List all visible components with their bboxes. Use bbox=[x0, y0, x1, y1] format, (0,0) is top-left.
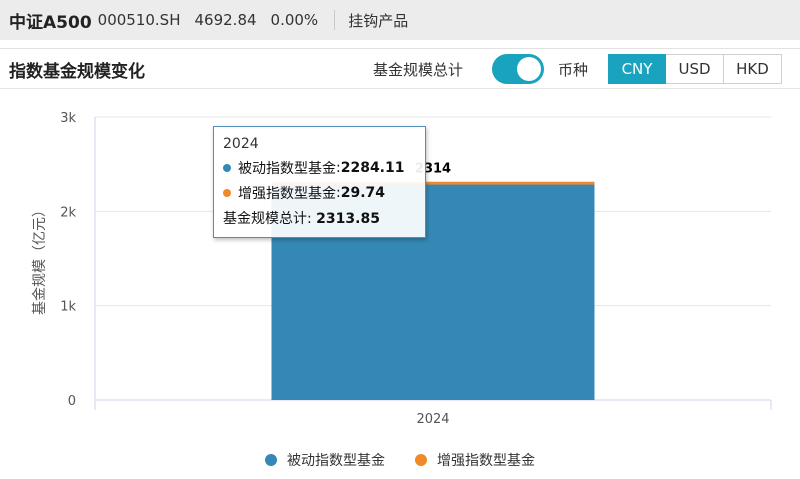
tooltip-dot-passive bbox=[223, 164, 231, 172]
tooltip-row-passive: 被动指数型基金: 2284.11 bbox=[223, 158, 416, 178]
y-tick-label: 3k bbox=[60, 111, 76, 126]
legend-label-enhanced: 增强指数型基金 bbox=[437, 453, 535, 469]
tooltip-series-name: 被动指数型基金 bbox=[238, 161, 336, 177]
y-tick-label: 2k bbox=[60, 205, 76, 220]
tooltip-series-name: 增强指数型基金 bbox=[238, 186, 336, 202]
chart-tooltip: 2024 被动指数型基金: 2284.11 增强指数型基金: 29.74 基金规… bbox=[213, 126, 426, 238]
tooltip-total-value: 2313.85 bbox=[316, 211, 380, 227]
tooltip-dot-enhanced bbox=[223, 189, 231, 197]
tooltip-series-value: 29.74 bbox=[340, 185, 386, 201]
tooltip-row-enhanced: 增强指数型基金: 29.74 bbox=[223, 183, 416, 203]
legend-dot-enhanced bbox=[415, 454, 427, 466]
tooltip-series-value: 2284.11 bbox=[340, 160, 405, 176]
tooltip-total: 基金规模总计: 2313.85 bbox=[223, 208, 416, 228]
tooltip-title: 2024 bbox=[223, 136, 259, 152]
legend-item-enhanced[interactable]: 增强指数型基金 bbox=[415, 450, 535, 470]
legend-dot-passive bbox=[265, 454, 277, 466]
y-axis-label: 基金规模（亿元） bbox=[31, 203, 48, 315]
tooltip-total-label: 基金规模总计 bbox=[223, 211, 307, 227]
chart-legend: 被动指数型基金 增强指数型基金 bbox=[0, 450, 800, 470]
legend-label-passive: 被动指数型基金 bbox=[287, 453, 385, 469]
y-tick-label: 1k bbox=[60, 300, 76, 315]
legend-item-passive[interactable]: 被动指数型基金 bbox=[265, 450, 385, 470]
y-tick-label: 0 bbox=[68, 394, 76, 409]
x-tick-label: 2024 bbox=[416, 412, 449, 427]
fund-size-chart: 01k2k3k基金规模（亿元）23142024 bbox=[31, 111, 772, 427]
tooltip-colon: : bbox=[307, 211, 317, 227]
